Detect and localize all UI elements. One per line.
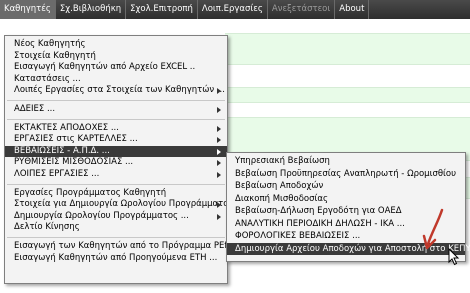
menu-item-label: ΕΚΤΑΚΤΕΣ ΑΠΟΔΟΧΕΣ ... <box>14 122 119 133</box>
menu-item-label: ΒΕΒΑΙΩΣΕΙΣ - Α.Π.Δ. ... <box>14 145 110 156</box>
menu-unexamined: Ανεξετάστεοι <box>268 0 336 19</box>
submenu-item-prior-service-certificate[interactable]: Βεβαίωση Προϋπηρεσίας Αναπληρωτή - Ωρομι… <box>227 168 465 181</box>
menu-item-extra-pay[interactable]: ΕΚΤΑΚΤΕΣ ΑΠΟΔΟΧΕΣ ... <box>5 123 227 135</box>
menu-item-timetable-data[interactable]: Στοιχεία για Δημιουργία Ωρολογίου Προγρά… <box>5 199 244 211</box>
menu-item-label: ΕΡΓΑΣΙΕΣ στις ΚΑΡΤΕΛΛΕΣ ... <box>14 134 138 145</box>
menu-item-import-previous-years[interactable]: Εισαγωγή Καθηγητών από Προηγούμενα ΕΤΗ .… <box>5 253 227 265</box>
submenu-arrow-icon <box>217 148 221 155</box>
submenu-item-earnings-certificate[interactable]: Βεβαίωση Αποδοχών <box>227 180 465 193</box>
menu-item-payroll-settings[interactable]: ΡΥΘΜΙΣΕΙΣ ΜΙΣΘΟΔΟΣΙΑΣ ... <box>5 157 227 169</box>
menu-item-import-excel[interactable]: Εισαγωγή Καθηγητών από Αρχείο EXCEL .. <box>5 62 227 74</box>
menu-other-tasks[interactable]: Λοιπ.Εργασίες <box>198 0 268 19</box>
menu-item-label: Στοιχεία για Δημιουργία Ωρολογίου Προγρά… <box>14 199 245 210</box>
submenu-item-payroll-stop[interactable]: Διακοπή Μισθοδοσίας <box>227 193 465 206</box>
menu-item-certificates-apd[interactable]: ΒΕΒΑΙΩΣΕΙΣ - Α.Π.Δ. ... <box>5 145 227 158</box>
submenu-arrow-icon <box>217 160 221 167</box>
submenu-arrow-icon <box>217 202 221 209</box>
submenu-item-service-certificate[interactable]: Υπηρεσιακή Βεβαίωση <box>227 155 465 168</box>
menu-item-import-peforia[interactable]: Εισαγωγή των Καθηγητών από το Πρόγραμμα … <box>5 241 244 253</box>
menu-item-create-timetable[interactable]: Δημιουργία Ωρολογίου Προγράμματος ... <box>5 211 227 223</box>
menu-bar: Καθηγητές Σχ.Βιβλιοθήκη Σχολ.Επιτροπή Λο… <box>0 0 470 19</box>
submenu-arrow-icon <box>217 106 221 113</box>
menu-item-label: ΑΔΕΙΕΣ ... <box>14 103 56 114</box>
menu-item-movement-sheet[interactable]: Δελτίο Κίνησης <box>5 222 227 234</box>
menu-item-label: ΛΟΙΠΕΣ ΕΡΓΑΣΙΕΣ ... <box>14 168 100 179</box>
teachers-dropdown-menu: Νέος Καθηγητής Στοιχεία Καθηγητή Εισαγωγ… <box>4 35 244 284</box>
menu-item-leaves[interactable]: ΑΔΕΙΕΣ ... <box>5 104 227 116</box>
menu-about[interactable]: About <box>335 0 370 19</box>
menu-item-teacher-schedule-tasks[interactable]: Εργασίες Προγράμματος Καθηγητή <box>5 188 227 200</box>
background-row <box>225 33 470 65</box>
menu-item-label: Δημιουργία Ωρολογίου Προγράμματος ... <box>14 210 189 221</box>
menu-item-teacher-details[interactable]: Στοιχεία Καθηγητή <box>5 51 227 63</box>
menu-teachers[interactable]: Καθηγητές <box>0 0 56 19</box>
annotation-arrow-icon <box>422 208 444 250</box>
menu-item-other-tasks[interactable]: ΛΟΙΠΕΣ ΕΡΓΑΣΙΕΣ ... <box>5 169 227 181</box>
menu-item-other-teacher-tasks[interactable]: Λοιπές Εργασίες στα Στοιχεία των Καθηγητ… <box>5 85 227 97</box>
menu-item-label: Λοιπές Εργασίες στα Στοιχεία των Καθηγητ… <box>14 85 225 96</box>
submenu-arrow-icon <box>217 171 221 178</box>
menu-separator <box>7 99 225 101</box>
menu-separator <box>7 118 225 120</box>
mouse-pointer-icon <box>448 248 460 266</box>
menu-separator <box>7 183 225 185</box>
menu-school-committee[interactable]: Σχολ.Επιτροπή <box>126 0 198 19</box>
submenu-arrow-icon <box>217 213 221 220</box>
menu-school-library[interactable]: Σχ.Βιβλιοθήκη <box>56 0 127 19</box>
submenu-arrow-icon <box>217 125 221 132</box>
menu-item-card-tasks[interactable]: ΕΡΓΑΣΙΕΣ στις ΚΑΡΤΕΛΛΕΣ ... <box>5 134 227 146</box>
menu-item-label: ΡΥΘΜΙΣΕΙΣ ΜΙΣΘΟΔΟΣΙΑΣ ... <box>14 157 134 168</box>
submenu-arrow-icon <box>217 88 221 95</box>
background-row <box>225 87 470 103</box>
menu-separator <box>7 236 225 238</box>
menu-item-new-teacher[interactable]: Νέος Καθηγητής <box>5 39 227 51</box>
submenu-arrow-icon <box>217 137 221 144</box>
menu-item-reports[interactable]: Καταστάσεις ... <box>5 74 227 86</box>
